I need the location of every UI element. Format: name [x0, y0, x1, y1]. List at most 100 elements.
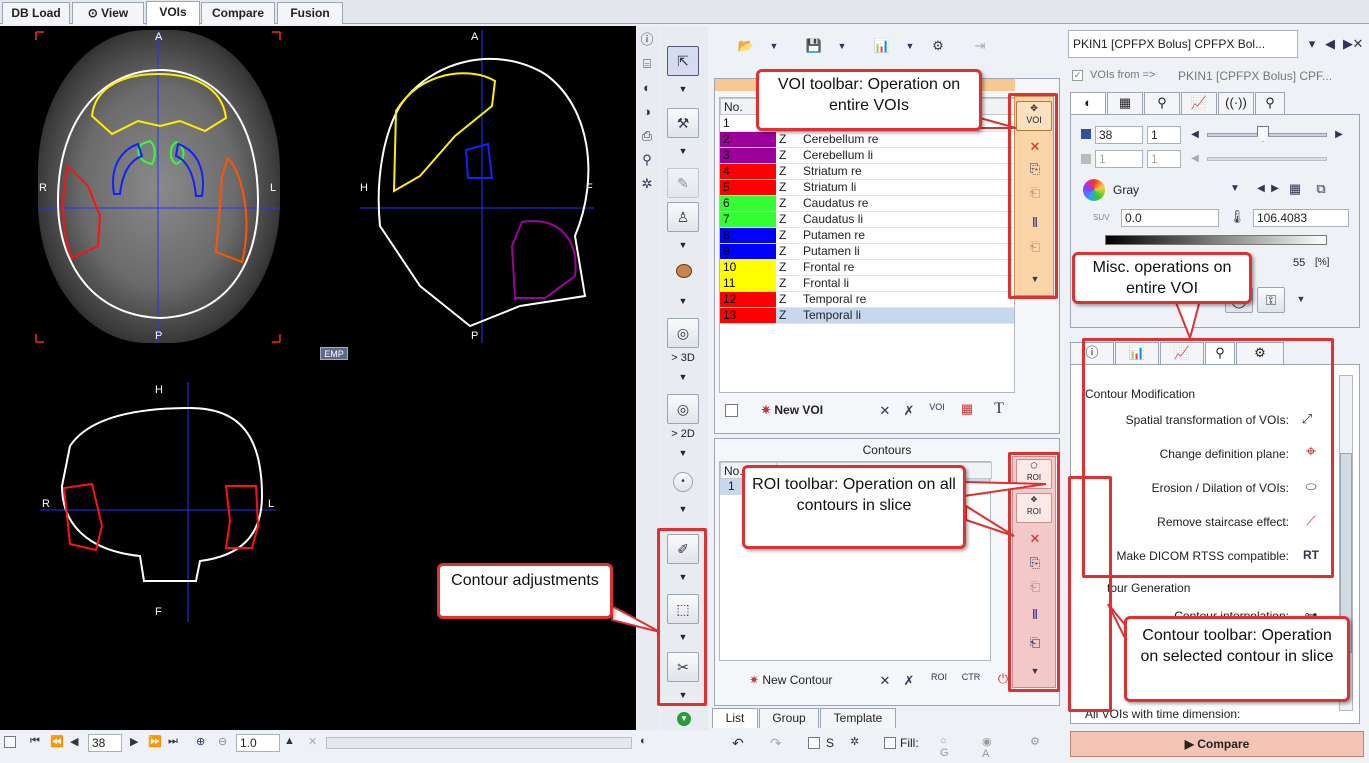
palette-icon[interactable]: [1083, 179, 1105, 201]
horizontal-slider[interactable]: [326, 737, 632, 749]
g-radio[interactable]: ○ G: [940, 735, 949, 759]
fast-forward-icon[interactable]: ⏩: [148, 735, 162, 748]
tab-signal[interactable]: ((·)): [1218, 92, 1254, 114]
lock-button[interactable]: ⚿: [1257, 287, 1285, 313]
voi-icon[interactable]: VOI: [923, 397, 951, 417]
tab-db-load[interactable]: DB Load: [2, 2, 70, 24]
slider-thumb[interactable]: [1257, 126, 1269, 142]
voi-row[interactable]: 12 Z Temporal re: [720, 291, 1014, 308]
grid-icon[interactable]: ▦: [1281, 179, 1309, 199]
info-icon[interactable]: ⓘ: [633, 30, 661, 50]
fit-icon[interactable]: ◐: [640, 735, 647, 747]
text-icon[interactable]: T: [985, 399, 1013, 419]
brush-tool-button[interactable]: ♙: [667, 202, 699, 232]
voi-row[interactable]: 10 Z Frontal re: [720, 259, 1014, 276]
zoom-in-icon[interactable]: ⊕: [196, 735, 205, 748]
chevron-down-icon[interactable]: ▼: [896, 36, 924, 56]
tab-group[interactable]: Group: [759, 708, 819, 728]
max-input[interactable]: 106.4083: [1253, 209, 1349, 227]
bottom-checkbox[interactable]: [4, 736, 16, 748]
first-frame-icon[interactable]: ⏮: [30, 735, 40, 748]
3d-voi-button[interactable]: ◎: [667, 318, 699, 348]
voi-row[interactable]: 2 Z Cerebellum re: [720, 131, 1014, 148]
magic-wand-button[interactable]: ⚒: [667, 108, 699, 138]
tab-display[interactable]: ◐: [1070, 92, 1106, 114]
tab-view[interactable]: ⊙ View: [72, 2, 144, 24]
delete-all-icon[interactable]: ✗: [895, 671, 923, 691]
chevron-down-icon[interactable]: ▼: [667, 504, 699, 514]
fill-icon[interactable]: ◐: [633, 78, 661, 98]
settings-icon[interactable]: ⚙: [1030, 735, 1040, 748]
reset-icon[interactable]: ✕: [308, 735, 317, 748]
select-all-checkbox[interactable]: [725, 404, 738, 417]
tab-template[interactable]: Template: [820, 708, 896, 728]
chevron-down-icon[interactable]: ▼: [760, 36, 788, 56]
settings-gear-icon[interactable]: ⚙: [924, 36, 952, 56]
print-icon[interactable]: ⎙: [633, 126, 661, 146]
chevron-down-icon[interactable]: ▼: [667, 372, 699, 382]
2d-voi-button[interactable]: ◎: [667, 394, 699, 424]
voi-row[interactable]: 5 Z Striatum li: [720, 179, 1014, 196]
tab-layout[interactable]: ▦: [1107, 92, 1143, 114]
a-radio[interactable]: ◉ A: [982, 735, 992, 760]
next-frame-icon[interactable]: ▶: [130, 735, 138, 748]
roi-icon[interactable]: ROI: [925, 667, 953, 687]
ctr-icon[interactable]: CTR: [957, 667, 985, 687]
tab-curve[interactable]: 📈: [1181, 92, 1217, 114]
select-cursor-button[interactable]: ⇱: [667, 46, 699, 76]
tab-tools[interactable]: ⚲: [1144, 92, 1180, 114]
zoom-input[interactable]: 1.0: [236, 734, 280, 752]
export-icon[interactable]: ⇥: [966, 36, 994, 56]
voi-row[interactable]: 6 Z Caudatus re: [720, 195, 1014, 212]
s-checkbox[interactable]: [808, 737, 820, 749]
thermometer-icon[interactable]: 🌡: [1223, 207, 1251, 227]
new-contour-button[interactable]: ✷ New Contour: [749, 673, 832, 687]
redo-icon[interactable]: ↷: [770, 735, 782, 752]
delete-all-icon[interactable]: ✗: [895, 401, 923, 421]
left-arrow-icon[interactable]: ◀: [1181, 149, 1209, 169]
tab-pin[interactable]: ⚲: [1255, 92, 1285, 114]
voi-row[interactable]: 7 Z Caudatus li: [720, 211, 1014, 228]
fill-checkbox[interactable]: [884, 737, 896, 749]
fast-back-icon[interactable]: ⏪: [50, 735, 64, 748]
vois-from-checkbox[interactable]: ✓: [1072, 70, 1083, 81]
sphere-icon[interactable]: [676, 264, 692, 278]
image-viewer[interactable]: A P R L A P H F H F R L EMP: [0, 26, 636, 730]
save-icon[interactable]: 💾: [800, 36, 828, 56]
crosshair-icon[interactable]: ✲: [850, 735, 859, 748]
voi-row[interactable]: 9 Z Putamen li: [720, 243, 1014, 260]
close-icon[interactable]: ✕: [1344, 34, 1369, 54]
tab-vois[interactable]: VOIs: [146, 1, 200, 25]
colormap-icon[interactable]: ▦: [953, 399, 981, 419]
zoom-out-icon[interactable]: ⊖: [218, 735, 227, 748]
chevron-down-icon[interactable]: ▼: [1287, 289, 1315, 309]
chevron-down-icon[interactable]: ▼: [667, 240, 699, 250]
last-frame-icon[interactable]: ⏭: [168, 735, 178, 748]
prev-frame-icon[interactable]: ◀: [70, 735, 78, 748]
voi-row[interactable]: 13 Z Temporal li: [720, 307, 1014, 324]
zoom-up-icon[interactable]: ▲: [284, 735, 295, 747]
series-selector[interactable]: PKIN1 [CPFPX Bolus] CPFPX Bol...: [1068, 30, 1298, 58]
compare-button[interactable]: ▶ Compare: [1070, 731, 1364, 757]
lut-icon[interactable]: ⧉: [1307, 179, 1335, 199]
slice-input-2[interactable]: 1: [1095, 150, 1143, 168]
tab-fusion[interactable]: Fusion: [277, 2, 343, 24]
slice-number-input[interactable]: 38: [88, 734, 122, 752]
expand-icon[interactable]: ▼: [677, 712, 691, 726]
voi-row[interactable]: 4 Z Striatum re: [720, 163, 1014, 180]
frame-input[interactable]: 1: [1147, 126, 1181, 144]
chevron-down-icon[interactable]: ▼: [667, 448, 699, 458]
right-arrow-icon[interactable]: ▶: [1325, 125, 1353, 145]
min-input[interactable]: 0.0: [1121, 209, 1219, 227]
pin-icon[interactable]: ⚲: [633, 150, 661, 170]
frame-slider[interactable]: [1207, 157, 1327, 161]
emp-badge[interactable]: EMP: [320, 347, 348, 360]
open-folder-icon[interactable]: 📂: [732, 36, 760, 56]
gray-scale-bar[interactable]: [1105, 235, 1327, 245]
voi-table[interactable]: No. 1 2 Z Cerebellum re 3 Z Cerebellum li 4 Z Str…: [719, 97, 1015, 393]
statistics-icon[interactable]: 📊: [868, 36, 896, 56]
gear-icon[interactable]: ✲: [633, 174, 661, 194]
voi-row[interactable]: 3 Z Cerebellum li: [720, 147, 1014, 164]
new-voi-button[interactable]: ✷ New VOI: [761, 403, 823, 417]
frame-input-2[interactable]: 1: [1147, 150, 1181, 168]
